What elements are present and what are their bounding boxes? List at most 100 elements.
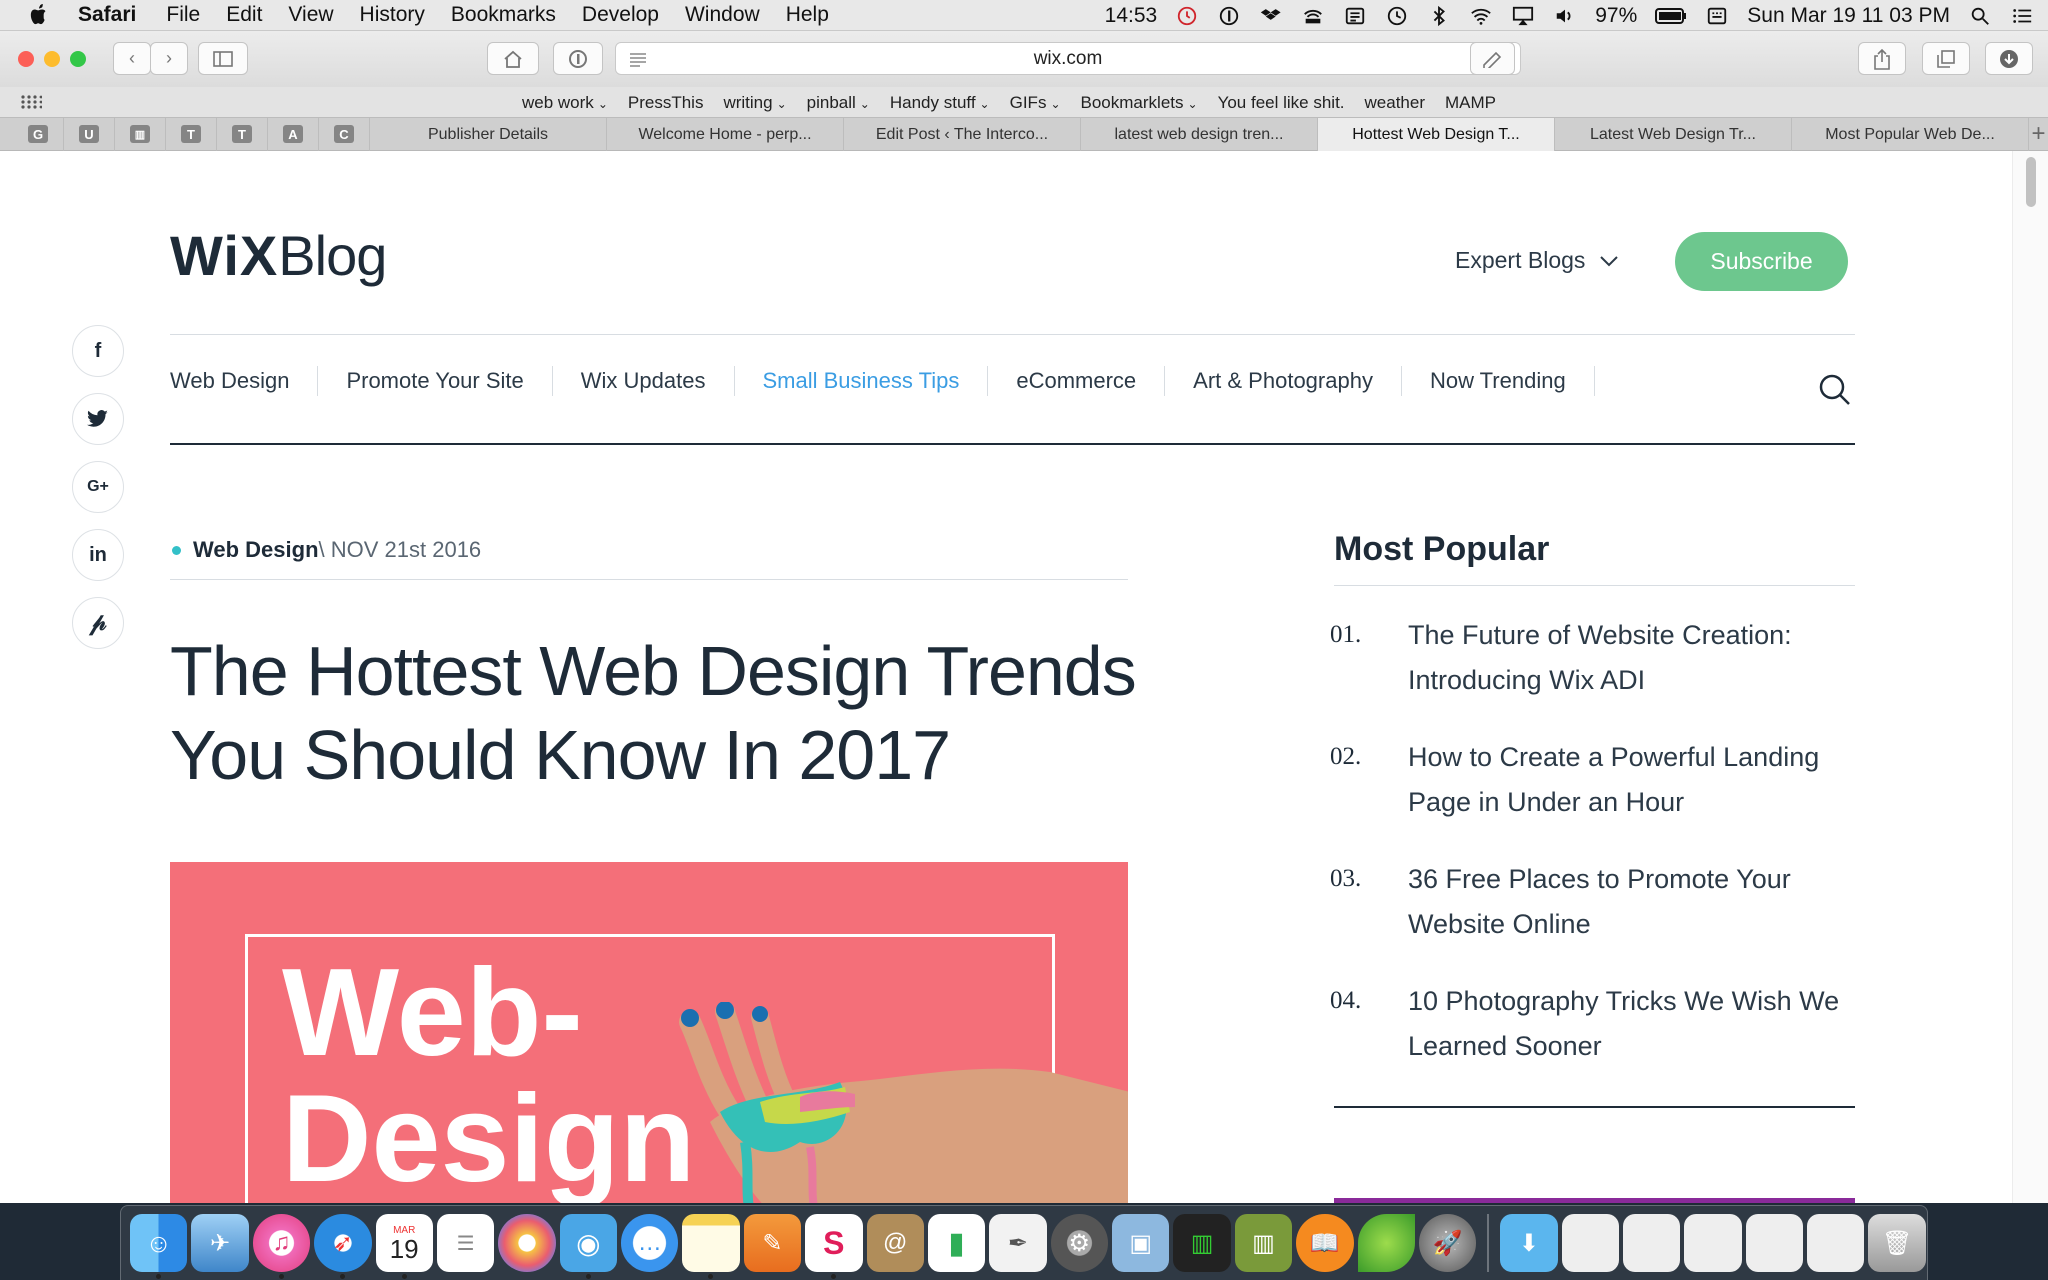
books-shelf-icon[interactable]: ▥	[1234, 1214, 1293, 1272]
pinned-tab-t1[interactable]: T	[166, 117, 217, 151]
mail-icon[interactable]: ✈	[191, 1214, 249, 1272]
popular-item-link[interactable]: The Future of Website Creation: Introduc…	[1408, 613, 1858, 703]
downloads-button[interactable]	[1985, 42, 2033, 75]
bookmark-mamp[interactable]: MAMP	[1445, 93, 1496, 113]
tab-hottest-web-design[interactable]: Hottest Web Design T...	[1318, 118, 1555, 151]
document-stack-icon[interactable]	[1745, 1214, 1804, 1272]
close-window-button[interactable]	[18, 51, 34, 67]
contacts-icon[interactable]: @	[866, 1214, 924, 1272]
menu-view[interactable]: View	[288, 3, 333, 27]
itunes-icon[interactable]: ♫	[252, 1214, 311, 1279]
nav-ecommerce[interactable]: eCommerce	[988, 366, 1166, 396]
linkedin-icon[interactable]: in	[72, 529, 124, 581]
dropbox-icon[interactable]	[1259, 5, 1283, 27]
show-tabs-button[interactable]	[1922, 42, 1970, 75]
trash-icon[interactable]: 🗑	[1868, 1214, 1926, 1272]
airplay-icon[interactable]	[1511, 5, 1535, 27]
annotate-button[interactable]	[1470, 42, 1515, 75]
bookmark-bookmarklets[interactable]: Bookmarklets ⌄	[1081, 93, 1198, 113]
twitter-icon[interactable]	[72, 393, 124, 445]
expert-blogs-dropdown[interactable]: Expert Blogs	[1455, 247, 1619, 274]
evernote-icon[interactable]	[1357, 1214, 1415, 1272]
timer-icon[interactable]	[1175, 5, 1199, 27]
forward-button[interactable]: ›	[150, 42, 188, 75]
popular-item[interactable]: 04. 10 Photography Tricks We Wish We Lea…	[1330, 979, 1860, 1069]
popular-item-link[interactable]: 36 Free Places to Promote Your Website O…	[1408, 857, 1858, 947]
bookmark-pressthis[interactable]: PressThis	[628, 93, 704, 113]
nav-wix-updates[interactable]: Wix Updates	[553, 366, 735, 396]
photos-icon[interactable]	[498, 1214, 556, 1272]
numbers-icon[interactable]: ▮	[927, 1214, 986, 1272]
ibooks-icon[interactable]: 📖	[1296, 1214, 1354, 1272]
system-preferences-icon[interactable]: ⚙	[1050, 1214, 1108, 1272]
page-scrollbar[interactable]	[2012, 151, 2048, 1203]
input-menu-icon[interactable]	[1705, 5, 1729, 27]
menu-edit[interactable]: Edit	[226, 3, 262, 27]
pinned-tab-g[interactable]: G	[13, 117, 64, 151]
slack-icon[interactable]: S	[805, 1214, 863, 1279]
activity-monitor-icon[interactable]: ▥	[1173, 1214, 1231, 1272]
popular-item[interactable]: 01. The Future of Website Creation: Intr…	[1330, 613, 1860, 703]
home-button[interactable]	[487, 42, 539, 75]
onepassword-button[interactable]	[553, 42, 603, 75]
document-stack-icon[interactable]	[1684, 1214, 1742, 1272]
spotlight-icon[interactable]	[1968, 5, 1992, 27]
tab-welcome-home[interactable]: Welcome Home - perp...	[607, 118, 844, 151]
bookmark-writing[interactable]: writing ⌄	[723, 93, 786, 113]
finder-icon[interactable]: ☺	[130, 1214, 188, 1279]
share-button[interactable]	[1858, 42, 1906, 75]
tab-edit-post[interactable]: Edit Post ‹ The Interco...	[844, 118, 1081, 151]
notes-icon[interactable]	[682, 1214, 740, 1279]
bluetooth-icon[interactable]	[1427, 5, 1451, 27]
textedit-icon[interactable]: ✒	[989, 1214, 1047, 1272]
document-stack-icon[interactable]	[1622, 1214, 1681, 1272]
pinned-tab-trello[interactable]: ▥	[115, 117, 166, 151]
pinned-tab-a[interactable]: A	[268, 117, 319, 151]
nav-web-design[interactable]: Web Design	[170, 366, 319, 396]
tab-most-popular[interactable]: Most Popular Web De...	[1792, 118, 2029, 151]
tab-latest-web-design[interactable]: latest web design tren...	[1081, 118, 1318, 151]
nav-promote-your-site[interactable]: Promote Your Site	[318, 366, 553, 396]
minimize-window-button[interactable]	[44, 51, 60, 67]
tab-latest-web-design-trends[interactable]: Latest Web Design Tr...	[1555, 118, 1792, 151]
nav-now-trending[interactable]: Now Trending	[1402, 366, 1595, 396]
bookmark-gifs[interactable]: GIFs ⌄	[1010, 93, 1061, 113]
launchpad-icon[interactable]: 🚀	[1418, 1214, 1477, 1272]
notes-menu-icon[interactable]	[1343, 5, 1367, 27]
popular-item-link[interactable]: How to Create a Powerful Landing Page in…	[1408, 735, 1858, 825]
clock-label[interactable]: 14:53	[1105, 4, 1158, 28]
scrollbar-thumb[interactable]	[2026, 157, 2036, 207]
back-button[interactable]: ‹	[113, 42, 151, 75]
menu-develop[interactable]: Develop	[582, 3, 659, 27]
reminders-icon[interactable]: ☰	[436, 1214, 495, 1272]
nav-art-photography[interactable]: Art & Photography	[1165, 366, 1402, 396]
time-machine-icon[interactable]	[1385, 5, 1409, 27]
downloads-stack-icon[interactable]: ⬇	[1500, 1214, 1558, 1272]
google-plus-icon[interactable]: G+	[72, 461, 124, 513]
wix-blog-logo[interactable]: WiXBlog	[170, 223, 387, 288]
datetime-label[interactable]: Sun Mar 19 11 03 PM	[1747, 4, 1950, 28]
document-stack-icon[interactable]	[1561, 1214, 1619, 1272]
popular-item[interactable]: 03. 36 Free Places to Promote Your Websi…	[1330, 857, 1860, 947]
subscribe-button[interactable]: Subscribe	[1675, 232, 1848, 291]
menu-file[interactable]: File	[166, 3, 200, 27]
volume-icon[interactable]	[1553, 5, 1577, 27]
onepassword-icon[interactable]	[1217, 5, 1241, 27]
popular-item[interactable]: 02. How to Create a Powerful Landing Pag…	[1330, 735, 1860, 825]
tweetbot-icon[interactable]: ◉	[559, 1214, 617, 1279]
reader-icon[interactable]	[628, 51, 648, 67]
article-category[interactable]: Web Design	[193, 537, 319, 563]
popular-item-link[interactable]: 10 Photography Tricks We Wish We Learned…	[1408, 979, 1858, 1069]
pinned-tab-u[interactable]: U	[64, 117, 115, 151]
facebook-icon[interactable]: f	[72, 325, 124, 377]
nav-small-business-tips[interactable]: Small Business Tips	[735, 366, 989, 396]
bookmark-pinball[interactable]: pinball ⌄	[807, 93, 870, 113]
bookmark-weather[interactable]: weather	[1365, 93, 1425, 113]
wifi-icon[interactable]	[1469, 5, 1493, 27]
pinned-tab-t2[interactable]: T	[217, 117, 268, 151]
airport-disk-icon[interactable]	[1301, 5, 1325, 27]
battery-percent[interactable]: 97%	[1595, 4, 1637, 28]
notification-center-icon[interactable]	[2010, 5, 2034, 27]
bookmark-web-work[interactable]: web work ⌄	[522, 93, 608, 113]
menu-app-name[interactable]: Safari	[78, 3, 136, 27]
